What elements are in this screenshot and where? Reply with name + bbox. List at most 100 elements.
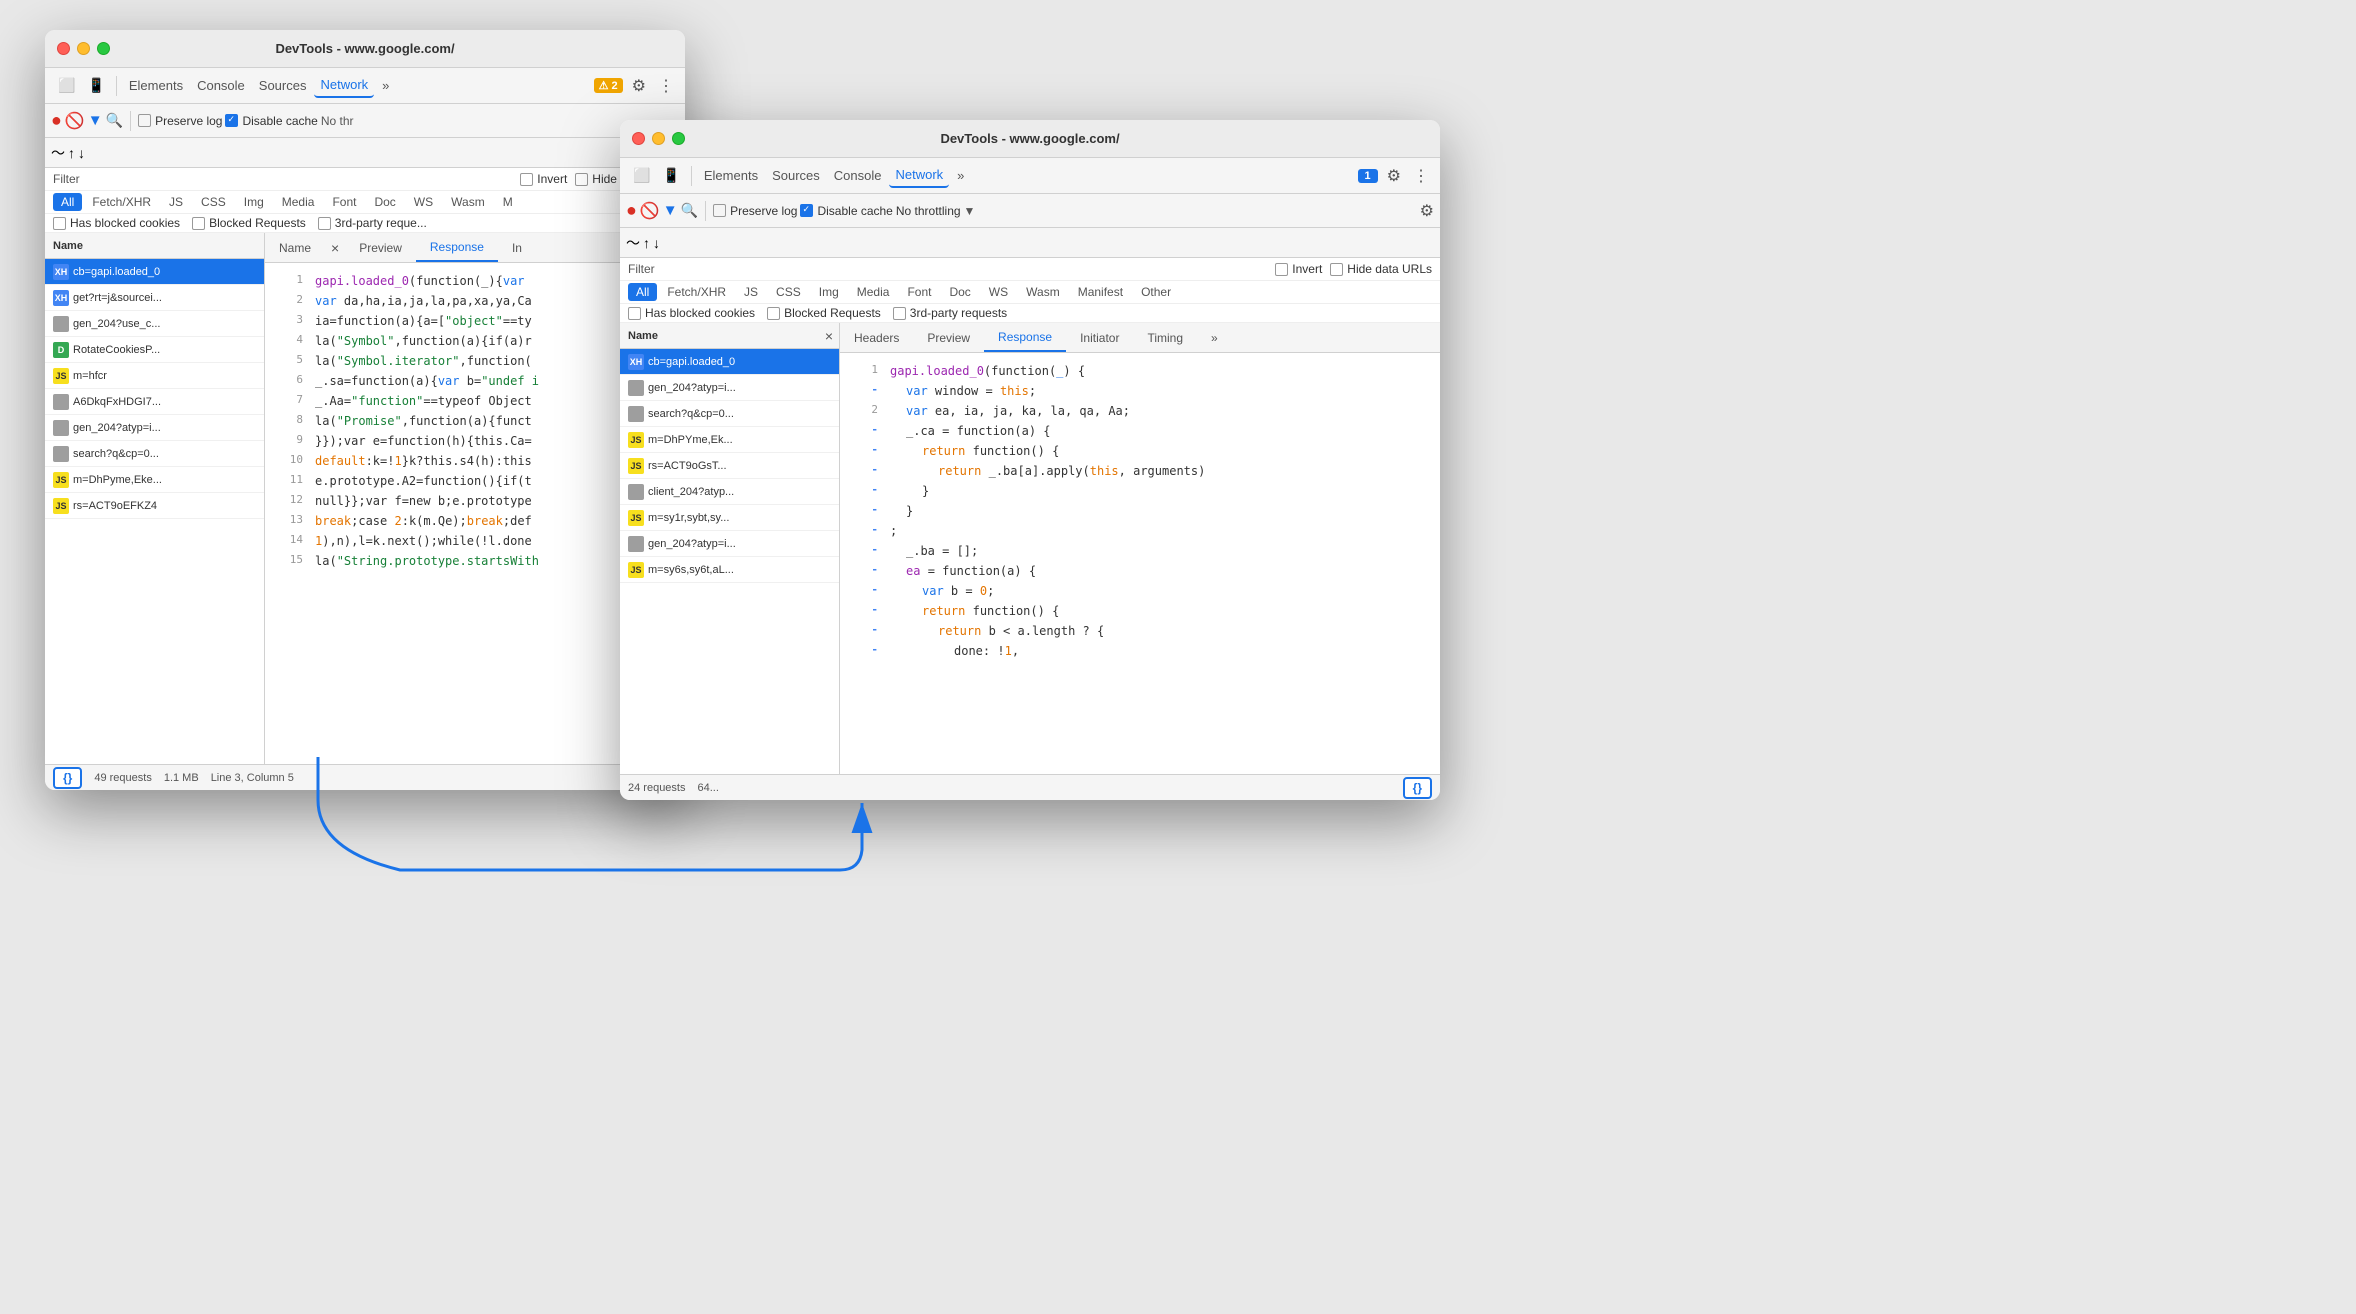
blocked-cookies-cb-1[interactable] bbox=[53, 217, 66, 230]
tab-elements-2[interactable]: Elements bbox=[698, 164, 764, 187]
preview-tab-1[interactable]: Preview bbox=[345, 233, 416, 262]
type-media-2[interactable]: Media bbox=[849, 283, 898, 301]
net-row-7-2[interactable]: gen_204?atyp=i... bbox=[620, 531, 839, 557]
close-button-1[interactable] bbox=[57, 42, 70, 55]
third-party-2[interactable]: 3rd-party requests bbox=[893, 306, 1007, 320]
net-row-8-1[interactable]: JS m=DhPyme,Eke... bbox=[45, 467, 264, 493]
disable-cache-checkbox-2[interactable] bbox=[800, 204, 813, 217]
type-fetch-2[interactable]: Fetch/XHR bbox=[659, 283, 734, 301]
tab-console-1[interactable]: Console bbox=[191, 74, 251, 97]
cursor-icon-2[interactable]: ⬜ bbox=[628, 164, 655, 187]
search-btn-1[interactable]: 🔍 bbox=[106, 112, 123, 129]
net-row-3-2[interactable]: JS m=DhPYme,Ek... bbox=[620, 427, 839, 453]
third-party-1[interactable]: 3rd-party reque... bbox=[318, 216, 427, 230]
format-btn-1[interactable]: {} bbox=[53, 767, 82, 789]
gear-settings-2[interactable]: ⚙ bbox=[1420, 201, 1434, 221]
close-button-2[interactable] bbox=[632, 132, 645, 145]
blocked-cookies-1[interactable]: Has blocked cookies bbox=[53, 216, 180, 230]
type-ws-1[interactable]: WS bbox=[406, 193, 441, 211]
device-icon[interactable]: 📱 bbox=[82, 74, 109, 97]
type-font-1[interactable]: Font bbox=[324, 193, 364, 211]
preserve-log-check-1[interactable]: Preserve log bbox=[138, 114, 222, 128]
upload-icon-1[interactable]: ↑ bbox=[68, 145, 75, 161]
net-row-2-2[interactable]: search?q&cp=0... bbox=[620, 401, 839, 427]
net-row-2-1[interactable]: gen_204?use_c... bbox=[45, 311, 264, 337]
type-media-1[interactable]: Media bbox=[274, 193, 323, 211]
disable-cache-check-1[interactable]: Disable cache bbox=[225, 114, 317, 128]
type-manifest-2[interactable]: Manifest bbox=[1070, 283, 1131, 301]
preview-tab-2[interactable]: Preview bbox=[913, 323, 984, 352]
net-row-5-1[interactable]: A6DkqFxHDGI7... bbox=[45, 389, 264, 415]
minimize-button-1[interactable] bbox=[77, 42, 90, 55]
filter-btn-1[interactable]: ▼ bbox=[88, 112, 103, 129]
blocked-cookies-2[interactable]: Has blocked cookies bbox=[628, 306, 755, 320]
type-wasm-1[interactable]: Wasm bbox=[443, 193, 493, 211]
type-css-2[interactable]: CSS bbox=[768, 283, 809, 301]
response-tab-2[interactable]: Response bbox=[984, 323, 1066, 352]
hide-data-urls-check-2[interactable]: Hide data URLs bbox=[1330, 262, 1432, 276]
cursor-icon[interactable]: ⬜ bbox=[53, 74, 80, 97]
blocked-requests-cb-1[interactable] bbox=[192, 217, 205, 230]
disable-cache-checkbox-1[interactable] bbox=[225, 114, 238, 127]
initiator-tab-2[interactable]: Initiator bbox=[1066, 323, 1133, 352]
device-icon-2[interactable]: 📱 bbox=[657, 164, 684, 187]
net-row-7-1[interactable]: search?q&cp=0... bbox=[45, 441, 264, 467]
type-all-1[interactable]: All bbox=[53, 193, 82, 211]
settings-icon-1[interactable]: ⚙ bbox=[629, 73, 649, 99]
tab-elements-1[interactable]: Elements bbox=[123, 74, 189, 97]
format-btn-2[interactable]: {} bbox=[1403, 777, 1432, 799]
type-img-2[interactable]: Img bbox=[811, 283, 847, 301]
invert-check-2[interactable]: Invert bbox=[1275, 262, 1322, 276]
invert-checkbox-2[interactable] bbox=[1275, 263, 1288, 276]
search-btn-2[interactable]: 🔍 bbox=[681, 202, 698, 219]
blocked-requests-1[interactable]: Blocked Requests bbox=[192, 216, 306, 230]
type-other-2[interactable]: Other bbox=[1133, 283, 1179, 301]
type-m-1[interactable]: M bbox=[495, 193, 521, 211]
net-row-9-1[interactable]: JS rs=ACT9oEFKZ4 bbox=[45, 493, 264, 519]
net-row-4-1[interactable]: JS m=hfcr bbox=[45, 363, 264, 389]
record-btn-2[interactable]: ● bbox=[626, 200, 637, 221]
type-js-2[interactable]: JS bbox=[736, 283, 766, 301]
clear-btn-2[interactable]: 🚫 bbox=[640, 201, 660, 221]
close-tab-1[interactable]: × bbox=[325, 238, 345, 258]
net-row-6-2[interactable]: JS m=sy1r,sybt,sy... bbox=[620, 505, 839, 531]
tab-more-1[interactable]: » bbox=[376, 74, 395, 97]
net-row-6-1[interactable]: gen_204?atyp=i... bbox=[45, 415, 264, 441]
net-row-1-2[interactable]: gen_204?atyp=i... bbox=[620, 375, 839, 401]
headers-tab-2[interactable]: Headers bbox=[840, 323, 913, 352]
more-tabs-2[interactable]: » bbox=[1197, 323, 1232, 352]
filter-btn-2[interactable]: ▼ bbox=[663, 202, 678, 219]
type-font-2[interactable]: Font bbox=[899, 283, 939, 301]
type-fetch-1[interactable]: Fetch/XHR bbox=[84, 193, 159, 211]
hide-data-urls-checkbox-1[interactable] bbox=[575, 173, 588, 186]
preserve-log-check-2[interactable]: Preserve log bbox=[713, 204, 797, 218]
tab-network-1[interactable]: Network bbox=[314, 73, 374, 98]
hide-data-urls-checkbox-2[interactable] bbox=[1330, 263, 1343, 276]
throttle-dropdown-2[interactable]: ▼ bbox=[964, 204, 976, 218]
third-party-cb-2[interactable] bbox=[893, 307, 906, 320]
type-wasm-2[interactable]: Wasm bbox=[1018, 283, 1068, 301]
upload-icon-2[interactable]: ↑ bbox=[643, 235, 650, 251]
net-row-3-1[interactable]: D RotateCookiesP... bbox=[45, 337, 264, 363]
minimize-button-2[interactable] bbox=[652, 132, 665, 145]
close-list-2[interactable]: × bbox=[819, 326, 839, 346]
record-btn-1[interactable]: ● bbox=[51, 110, 62, 131]
tab-network-2[interactable]: Network bbox=[889, 163, 949, 188]
maximize-button-2[interactable] bbox=[672, 132, 685, 145]
type-ws-2[interactable]: WS bbox=[981, 283, 1016, 301]
download-icon-1[interactable]: ↓ bbox=[78, 145, 85, 161]
tab-sources-2[interactable]: Sources bbox=[766, 164, 826, 187]
type-doc-1[interactable]: Doc bbox=[366, 193, 403, 211]
tab-console-2[interactable]: Console bbox=[828, 164, 888, 187]
wifi-icon-2[interactable]: 〜 bbox=[626, 233, 640, 253]
net-row-4-2[interactable]: JS rs=ACT9oGsT... bbox=[620, 453, 839, 479]
blocked-cookies-cb-2[interactable] bbox=[628, 307, 641, 320]
net-row-5-2[interactable]: client_204?atyp... bbox=[620, 479, 839, 505]
net-row-1-1[interactable]: XH get?rt=j&sourcei... bbox=[45, 285, 264, 311]
response-tab-1[interactable]: Response bbox=[416, 233, 498, 262]
wifi-icon-1[interactable]: 〜 bbox=[51, 143, 65, 163]
net-row-8-2[interactable]: JS m=sy6s,sy6t,aL... bbox=[620, 557, 839, 583]
invert-checkbox-1[interactable] bbox=[520, 173, 533, 186]
blocked-requests-cb-2[interactable] bbox=[767, 307, 780, 320]
settings-icon-2[interactable]: ⚙ bbox=[1384, 163, 1404, 189]
